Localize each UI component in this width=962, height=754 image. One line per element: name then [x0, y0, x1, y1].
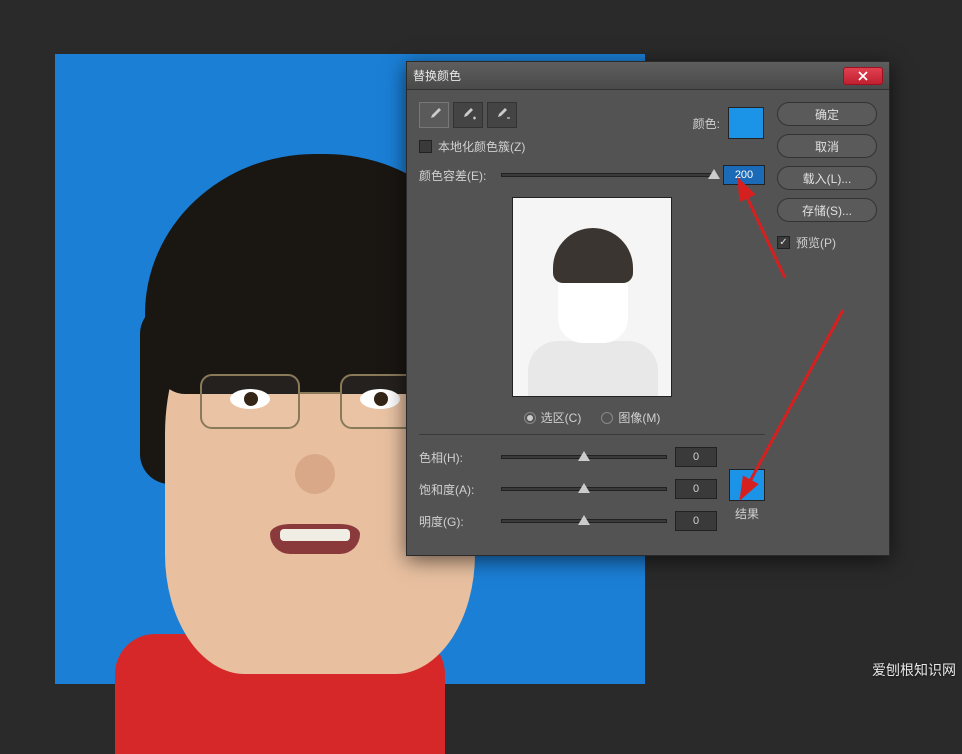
localized-clusters-checkbox[interactable] — [419, 140, 432, 153]
preview-checkbox[interactable] — [777, 236, 790, 249]
close-button[interactable] — [843, 67, 883, 85]
eyedropper-tool[interactable] — [419, 102, 449, 128]
hue-slider[interactable] — [501, 455, 667, 459]
eyedropper-subtract-tool[interactable] — [487, 102, 517, 128]
load-button[interactable]: 载入(L)... — [777, 166, 877, 190]
hue-value[interactable]: 0 — [675, 447, 717, 467]
eyedropper-plus-icon — [460, 107, 476, 123]
saturation-label: 饱和度(A): — [419, 481, 493, 498]
watermark: 爱刨根知识网 — [872, 660, 956, 680]
save-button[interactable]: 存储(S)... — [777, 198, 877, 222]
radio-selection-input[interactable] — [524, 412, 536, 424]
ok-button[interactable]: 确定 — [777, 102, 877, 126]
eyedropper-add-tool[interactable] — [453, 102, 483, 128]
radio-image-label: 图像(M) — [618, 409, 660, 426]
cancel-button[interactable]: 取消 — [777, 134, 877, 158]
fuzziness-slider[interactable] — [501, 173, 715, 177]
replace-color-dialog: 替换颜色 — [406, 61, 890, 556]
lightness-value[interactable]: 0 — [675, 511, 717, 531]
radio-image[interactable]: 图像(M) — [601, 409, 660, 426]
radio-image-input[interactable] — [601, 412, 613, 424]
saturation-slider[interactable] — [501, 487, 667, 491]
lightness-label: 明度(G): — [419, 513, 493, 530]
eyedropper-minus-icon — [494, 107, 510, 123]
radio-selection-label: 选区(C) — [541, 409, 582, 426]
fuzziness-label: 颜色容差(E): — [419, 167, 493, 184]
fuzziness-value[interactable]: 200 — [723, 165, 765, 185]
dialog-titlebar[interactable]: 替换颜色 — [407, 62, 889, 90]
saturation-value[interactable]: 0 — [675, 479, 717, 499]
radio-selection[interactable]: 选区(C) — [524, 409, 582, 426]
divider — [419, 434, 765, 435]
source-color-swatch[interactable] — [728, 107, 764, 139]
localized-clusters-label: 本地化颜色簇(Z) — [438, 138, 525, 155]
result-label: 结果 — [735, 505, 759, 522]
preview-label: 预览(P) — [796, 234, 836, 251]
close-icon — [858, 71, 868, 81]
lightness-slider[interactable] — [501, 519, 667, 523]
color-label: 颜色: — [693, 115, 720, 132]
dialog-title: 替换颜色 — [413, 67, 843, 84]
hue-label: 色相(H): — [419, 449, 493, 466]
result-color-swatch[interactable] — [729, 469, 765, 501]
selection-preview — [512, 197, 672, 397]
eyedropper-icon — [426, 107, 442, 123]
